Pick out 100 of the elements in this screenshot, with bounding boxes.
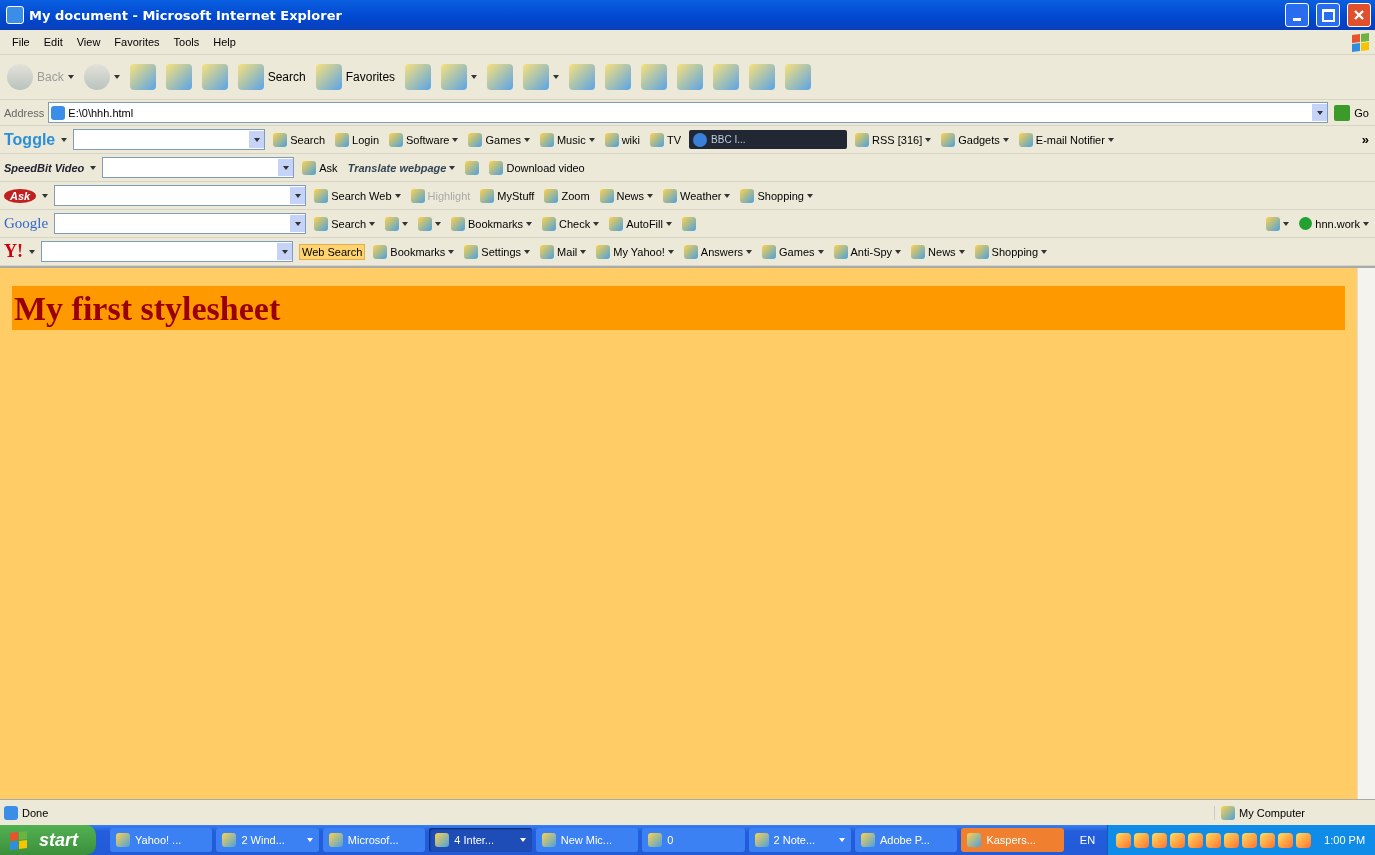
toolbar-button[interactable]: AutoFill — [607, 215, 674, 232]
language-indicator[interactable]: EN — [1071, 834, 1104, 846]
toolbar-button[interactable]: wiki — [602, 131, 642, 148]
tray-icon[interactable] — [1188, 832, 1204, 848]
taskbar-button[interactable]: 2 Note... — [748, 828, 851, 852]
tray-icon[interactable] — [1134, 832, 1150, 848]
toolbar-button[interactable]: Zoom — [542, 187, 592, 204]
go-button[interactable]: Go — [1332, 104, 1371, 121]
search-field[interactable] — [102, 157, 295, 178]
menu-item[interactable]: View — [70, 34, 107, 50]
toolbar-button[interactable]: Mail — [538, 243, 589, 260]
toolbar-button[interactable]: Search — [234, 62, 309, 92]
toolbar-icon — [833, 244, 848, 259]
tray-icon[interactable] — [1260, 832, 1276, 848]
toolbar-button[interactable]: Settings — [462, 243, 533, 260]
tray-icon[interactable] — [1224, 832, 1240, 848]
close-button[interactable] — [1347, 3, 1371, 27]
app-icon — [116, 833, 130, 847]
taskbar-button[interactable]: Microsof... — [322, 828, 426, 852]
toolbar-button[interactable]: Login — [333, 131, 382, 148]
search-field[interactable] — [41, 241, 293, 262]
toolbar-icon — [599, 188, 614, 203]
menu-item[interactable]: Edit — [37, 34, 69, 50]
toolbar-icon — [604, 132, 619, 147]
toolbar-icon — [302, 160, 317, 175]
address-field[interactable]: E:\0\hhh.html — [48, 102, 1329, 123]
toolbar-icon — [641, 64, 668, 90]
menu-item[interactable]: Tools — [167, 34, 206, 50]
toolbar-button[interactable]: Favorites — [312, 62, 399, 92]
toolbar-icon — [941, 132, 956, 147]
toolbar-button[interactable]: Games — [760, 243, 826, 260]
toolbar-button[interactable]: Weather — [661, 187, 733, 204]
toolbar-logo[interactable]: Ask — [4, 188, 37, 203]
toolbar-button[interactable]: Answers — [681, 243, 755, 260]
minimize-button[interactable] — [1285, 3, 1309, 27]
toolbar-button[interactable]: Bookmarks — [371, 243, 457, 260]
media-player[interactable]: BBC I... — [689, 130, 848, 149]
menu-item[interactable]: File — [6, 34, 36, 50]
toolbar-logo[interactable]: Y! — [4, 241, 23, 262]
toolbar-button[interactable]: RSS [316] — [853, 131, 934, 148]
toolbar-button[interactable]: Search — [271, 131, 328, 148]
toolbar-button[interactable]: Web Search — [299, 243, 366, 260]
toolbar-icon — [542, 216, 557, 231]
close-icon — [1352, 8, 1366, 22]
toolbar-button[interactable]: News — [597, 187, 656, 204]
toolbar-icon — [405, 64, 432, 90]
search-field[interactable] — [54, 185, 307, 206]
search-field[interactable] — [54, 213, 307, 234]
toolbar-button[interactable]: Music — [537, 131, 597, 148]
window-title: My document - Microsoft Internet Explorer — [29, 7, 342, 23]
toolbar-button[interactable]: Download video — [487, 159, 587, 176]
taskbar-button[interactable]: 4 Inter... — [429, 828, 532, 852]
taskbar-button[interactable]: Adobe P... — [854, 828, 958, 852]
zone-indicator: My Computer — [1214, 805, 1371, 820]
toolbar-button[interactable] — [463, 159, 482, 176]
toolbar-button[interactable]: Search Web — [312, 187, 403, 204]
toolbar-logo[interactable]: Google — [4, 215, 49, 232]
scrollbar[interactable] — [1357, 268, 1375, 799]
tray-icon[interactable] — [1278, 832, 1294, 848]
tray-icon[interactable] — [1152, 832, 1168, 848]
toolbar-icon — [677, 64, 704, 90]
tray-icon[interactable] — [1242, 832, 1258, 848]
taskbar-button[interactable]: Yahoo! ... — [110, 828, 213, 852]
toolbar-button[interactable]: Shopping — [738, 187, 815, 204]
menu-item[interactable]: Favorites — [108, 34, 166, 50]
account-button[interactable]: hnn.work — [1297, 216, 1371, 231]
tray-icon[interactable] — [1296, 832, 1312, 848]
toolbar-button[interactable]: Bookmarks — [449, 215, 535, 232]
toolbar-icon — [468, 132, 483, 147]
toolbar-button[interactable] — [679, 215, 698, 232]
toolbar-button[interactable]: Search — [312, 215, 378, 232]
app-icon — [222, 833, 237, 847]
taskbar-button[interactable]: New Mic... — [535, 828, 639, 852]
toolbar-button[interactable]: Gadgets — [939, 131, 1011, 148]
restore-button[interactable] — [1316, 3, 1340, 27]
taskbar-button[interactable]: 0 — [642, 828, 745, 852]
search-field[interactable] — [73, 129, 266, 150]
tray-icon[interactable] — [1170, 832, 1186, 848]
more-button[interactable]: » — [1359, 131, 1371, 148]
toolbar-button[interactable]: Ask — [300, 159, 340, 176]
toolbar-button[interactable]: Shopping — [972, 243, 1050, 260]
toolbar-button[interactable]: Software — [387, 131, 461, 148]
toolbar-icon — [605, 64, 632, 90]
toolbar-button[interactable]: Translate webpage — [345, 160, 458, 175]
toolbar-button[interactable]: My Yahoo! — [594, 243, 676, 260]
toolbar-logo[interactable]: SpeedBit Video — [4, 161, 85, 174]
tray-icon[interactable] — [1116, 832, 1132, 848]
toolbar-button[interactable]: Games — [466, 131, 532, 148]
toolbar-icon — [740, 188, 755, 203]
toolbar-button[interactable]: News — [909, 243, 967, 260]
taskbar-button[interactable]: 2 Wind... — [216, 828, 319, 852]
menu-item[interactable]: Help — [207, 34, 242, 50]
toolbar-button[interactable]: Check — [540, 215, 602, 232]
address-label: Address — [4, 106, 45, 119]
tray-icon[interactable] — [1206, 832, 1222, 848]
toolbar-button[interactable]: Anti-Spy — [831, 243, 904, 260]
toolbar-button[interactable]: TV — [648, 131, 684, 148]
toolbar-icon — [681, 216, 696, 231]
toolbar-button[interactable]: MyStuff — [478, 187, 537, 204]
toolbar-button[interactable]: E-mail Notifier — [1016, 131, 1116, 148]
